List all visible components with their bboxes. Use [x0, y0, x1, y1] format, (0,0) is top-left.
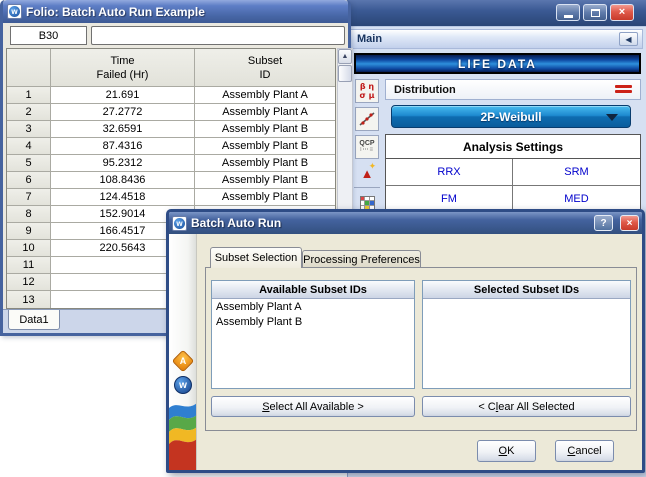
color-waves-decoration	[169, 396, 197, 470]
distribution-parameters-button[interactable]: β η σ μ	[355, 79, 379, 103]
reliasoft-a-badge-icon: A	[174, 352, 192, 370]
wizard-button[interactable]: ▲ ✦	[355, 161, 379, 185]
table-row[interactable]: 332.6591Assembly Plant B	[7, 121, 335, 138]
selected-subset-ids-list[interactable]: Selected Subset IDs	[422, 280, 631, 389]
maximize-button[interactable]	[583, 4, 607, 21]
dialog-title: Batch Auto Run	[191, 216, 590, 230]
scrollbar-thumb[interactable]	[338, 65, 352, 82]
tab-processing-preferences[interactable]: Processing Preferences	[302, 250, 421, 268]
table-row[interactable]: 487.4316Assembly Plant B	[7, 138, 335, 155]
distribution-label: Distribution	[386, 84, 456, 96]
table-row[interactable]: 7124.4518Assembly Plant B	[7, 189, 335, 206]
table-row[interactable]: 227.2772Assembly Plant A	[7, 104, 335, 121]
clear-all-selected-button[interactable]: < Clear All Selected	[422, 396, 631, 417]
weibull-app-icon: w	[7, 4, 22, 19]
ok-button[interactable]: OK	[477, 440, 536, 462]
table-row[interactable]: 6108.8436Assembly Plant B	[7, 172, 335, 189]
panel-collapse-button[interactable]: ◀	[619, 32, 638, 46]
close-icon: ×	[627, 218, 633, 229]
dialog-titlebar[interactable]: w Batch Auto Run ? ×	[169, 212, 642, 234]
sheet-tab-data1[interactable]: Data1	[8, 310, 60, 330]
batch-auto-run-dialog: w Batch Auto Run ? × A w	[166, 209, 645, 473]
chevron-down-icon	[606, 114, 618, 121]
folio-titlebar[interactable]: w Folio: Batch Auto Run Example	[3, 0, 348, 23]
cancel-button[interactable]: Cancel	[555, 440, 614, 462]
qcp-icon: QCP ∶⋯≡	[359, 140, 374, 154]
chevron-left-icon: ◀	[625, 35, 631, 44]
scroll-up-icon: ▲	[342, 53, 349, 60]
subset-selection-panel: Available Subset IDs Assembly Plant A As…	[205, 267, 637, 431]
probability-plot-button[interactable]	[355, 107, 379, 131]
analysis-settings: Analysis Settings RRX SRM FM MED	[385, 134, 641, 213]
select-all-available-button[interactable]: Select All Available >	[211, 396, 415, 417]
application-screen: × Main ◀ LIFE DATA β η σ μ	[0, 0, 646, 477]
analysis-settings-title: Analysis Settings	[386, 135, 640, 159]
data-grid-icon	[360, 196, 375, 210]
distribution-selected-value: 2P-Weibull	[480, 110, 541, 124]
weibull-app-icon: w	[172, 216, 187, 231]
formula-input[interactable]	[91, 26, 345, 45]
folio-title: Folio: Batch Auto Run Example	[26, 5, 205, 19]
wizard-icon: ▲ ✦	[361, 167, 374, 180]
selected-list-header: Selected Subset IDs	[423, 281, 630, 299]
column-header-time[interactable]: Time Failed (Hr)	[51, 49, 195, 87]
weibull-w-badge-icon: w	[174, 376, 192, 394]
life-data-banner: LIFE DATA	[354, 53, 641, 74]
dialog-decorative-strip: A w	[169, 234, 197, 470]
minimize-icon	[564, 15, 573, 18]
close-icon: ×	[619, 7, 625, 18]
distribution-header: Distribution	[385, 79, 641, 100]
help-icon: ?	[600, 218, 606, 229]
dialog-close-button[interactable]: ×	[620, 215, 639, 231]
distribution-dropdown[interactable]: 2P-Weibull	[391, 105, 631, 128]
available-list-header: Available Subset IDs	[212, 281, 414, 299]
minimize-button[interactable]	[556, 4, 580, 21]
list-item[interactable]: Assembly Plant B	[212, 314, 414, 329]
dialog-body: A w Subset Selection Processing Preferen…	[169, 234, 642, 470]
app-titlebar: ×	[345, 0, 646, 26]
main-panel-title: Main	[351, 33, 382, 45]
corner-cell[interactable]	[7, 49, 51, 87]
qcp-button[interactable]: QCP ∶⋯≡	[355, 135, 379, 159]
distribution-menu-icon[interactable]	[615, 85, 632, 95]
column-header-subset[interactable]: Subset ID	[195, 49, 335, 87]
table-row[interactable]: 121.691Assembly Plant A	[7, 87, 335, 104]
table-row[interactable]: 595.2312Assembly Plant B	[7, 155, 335, 172]
available-subset-ids-list[interactable]: Available Subset IDs Assembly Plant A As…	[211, 280, 415, 389]
list-item[interactable]: Assembly Plant A	[212, 299, 414, 314]
cell-reference-box[interactable]: B30	[10, 26, 87, 45]
help-button[interactable]: ?	[594, 215, 613, 231]
tab-subset-selection[interactable]: Subset Selection	[210, 247, 302, 268]
parameters-icon: β η σ μ	[360, 82, 375, 100]
probability-plot-icon	[358, 110, 376, 128]
table-header-row: Time Failed (Hr) Subset ID	[7, 49, 335, 87]
maximize-icon	[591, 9, 600, 17]
close-button[interactable]: ×	[610, 4, 634, 21]
life-data-banner-label: LIFE DATA	[458, 57, 537, 71]
analysis-option-srm[interactable]: SRM	[513, 159, 640, 186]
scroll-up-button[interactable]: ▲	[338, 49, 352, 64]
analysis-option-rrx[interactable]: RRX	[386, 159, 513, 186]
sidebar-separator	[354, 187, 380, 188]
main-panel-header: Main ◀	[350, 29, 643, 49]
